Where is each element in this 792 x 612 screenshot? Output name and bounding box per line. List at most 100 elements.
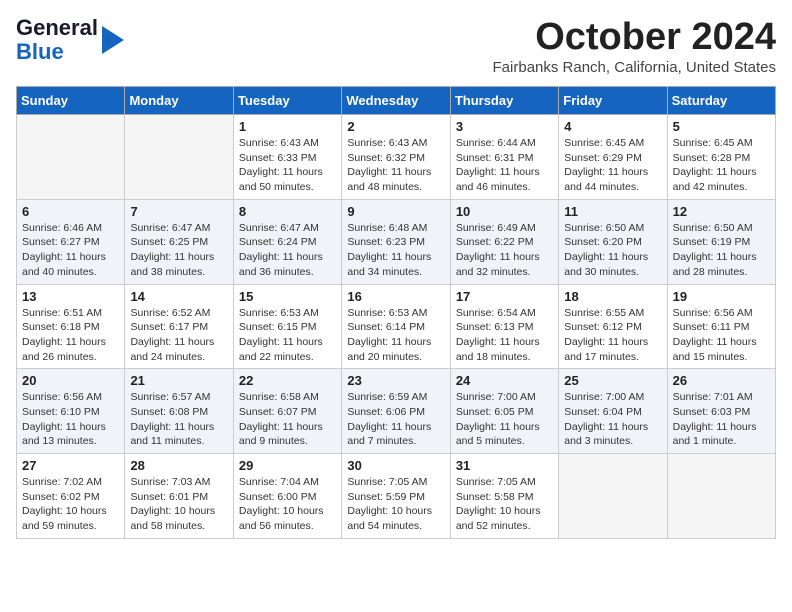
- day-content: Sunrise: 7:01 AM Sunset: 6:03 PM Dayligh…: [673, 390, 770, 449]
- day-content: Sunrise: 7:04 AM Sunset: 6:00 PM Dayligh…: [239, 475, 336, 534]
- logo-general: General: [16, 16, 98, 40]
- day-number: 29: [239, 458, 336, 473]
- calendar-cell: 6Sunrise: 6:46 AM Sunset: 6:27 PM Daylig…: [17, 199, 125, 284]
- title-section: October 2024 Fairbanks Ranch, California…: [493, 16, 776, 76]
- day-content: Sunrise: 6:54 AM Sunset: 6:13 PM Dayligh…: [456, 306, 553, 365]
- day-number: 3: [456, 119, 553, 134]
- day-number: 30: [347, 458, 444, 473]
- calendar-cell: 4 Sunrise: 6:45 AM Sunset: 6:29 PM Daylig…: [559, 115, 667, 200]
- calendar-cell: 22Sunrise: 6:58 AM Sunset: 6:07 PM Dayli…: [233, 369, 341, 454]
- day-number: 23: [347, 373, 444, 388]
- day-content: Sunrise: 6:56 AM Sunset: 6:11 PM Dayligh…: [673, 306, 770, 365]
- day-content: Sunrise: 6:47 AM Sunset: 6:25 PM Dayligh…: [130, 221, 227, 280]
- day-number: 19: [673, 289, 770, 304]
- day-number: 13: [22, 289, 119, 304]
- day-content: Sunrise: 7:00 AM Sunset: 6:04 PM Dayligh…: [564, 390, 661, 449]
- day-number: 26: [673, 373, 770, 388]
- day-content: Sunrise: 7:03 AM Sunset: 6:01 PM Dayligh…: [130, 475, 227, 534]
- logo: General Blue: [16, 16, 124, 64]
- calendar-cell: 31 Sunrise: 7:05 AM Sunset: 5:58 PM Dayli…: [450, 454, 558, 539]
- weekday-header-friday: Friday: [559, 87, 667, 115]
- logo-arrow-icon: [102, 26, 124, 54]
- calendar-cell: 28 Sunrise: 7:03 AM Sunset: 6:01 PM Dayli…: [125, 454, 233, 539]
- day-content: Sunrise: 6:45 AM Sunset: 6:28 PM Dayligh…: [673, 136, 770, 195]
- calendar-cell: 12Sunrise: 6:50 AM Sunset: 6:19 PM Dayli…: [667, 199, 775, 284]
- day-number: 31: [456, 458, 553, 473]
- day-number: 1: [239, 119, 336, 134]
- day-content: Sunrise: 7:00 AM Sunset: 6:05 PM Dayligh…: [456, 390, 553, 449]
- day-content: Sunrise: 6:44 AM Sunset: 6:31 PM Dayligh…: [456, 136, 553, 195]
- calendar-week-row: 6Sunrise: 6:46 AM Sunset: 6:27 PM Daylig…: [17, 199, 776, 284]
- day-content: Sunrise: 6:52 AM Sunset: 6:17 PM Dayligh…: [130, 306, 227, 365]
- weekday-header-saturday: Saturday: [667, 87, 775, 115]
- day-number: 4: [564, 119, 661, 134]
- calendar-cell: [559, 454, 667, 539]
- day-content: Sunrise: 6:55 AM Sunset: 6:12 PM Dayligh…: [564, 306, 661, 365]
- day-number: 15: [239, 289, 336, 304]
- day-number: 28: [130, 458, 227, 473]
- calendar-cell: 16 Sunrise: 6:53 AM Sunset: 6:14 PM Dayli…: [342, 284, 450, 369]
- calendar-body: 1 Sunrise: 6:43 AM Sunset: 6:33 PM Daylig…: [17, 115, 776, 539]
- day-number: 17: [456, 289, 553, 304]
- day-number: 21: [130, 373, 227, 388]
- day-content: Sunrise: 6:53 AM Sunset: 6:14 PM Dayligh…: [347, 306, 444, 365]
- weekday-header-monday: Monday: [125, 87, 233, 115]
- day-content: Sunrise: 6:57 AM Sunset: 6:08 PM Dayligh…: [130, 390, 227, 449]
- day-content: Sunrise: 6:53 AM Sunset: 6:15 PM Dayligh…: [239, 306, 336, 365]
- day-content: Sunrise: 6:43 AM Sunset: 6:33 PM Dayligh…: [239, 136, 336, 195]
- logo-blue: Blue: [16, 40, 98, 64]
- calendar-cell: 15 Sunrise: 6:53 AM Sunset: 6:15 PM Dayli…: [233, 284, 341, 369]
- calendar-cell: 18 Sunrise: 6:55 AM Sunset: 6:12 PM Dayli…: [559, 284, 667, 369]
- calendar-cell: [17, 115, 125, 200]
- calendar-cell: 7 Sunrise: 6:47 AM Sunset: 6:25 PM Daylig…: [125, 199, 233, 284]
- day-number: 10: [456, 204, 553, 219]
- calendar-cell: 8 Sunrise: 6:47 AM Sunset: 6:24 PM Daylig…: [233, 199, 341, 284]
- day-content: Sunrise: 7:05 AM Sunset: 5:59 PM Dayligh…: [347, 475, 444, 534]
- calendar-cell: 9 Sunrise: 6:48 AM Sunset: 6:23 PM Daylig…: [342, 199, 450, 284]
- day-number: 9: [347, 204, 444, 219]
- calendar-week-row: 1 Sunrise: 6:43 AM Sunset: 6:33 PM Daylig…: [17, 115, 776, 200]
- calendar-cell: 25Sunrise: 7:00 AM Sunset: 6:04 PM Dayli…: [559, 369, 667, 454]
- day-content: Sunrise: 6:48 AM Sunset: 6:23 PM Dayligh…: [347, 221, 444, 280]
- weekday-header-thursday: Thursday: [450, 87, 558, 115]
- day-number: 22: [239, 373, 336, 388]
- day-number: 8: [239, 204, 336, 219]
- day-number: 20: [22, 373, 119, 388]
- day-content: Sunrise: 6:50 AM Sunset: 6:19 PM Dayligh…: [673, 221, 770, 280]
- calendar-cell: 1 Sunrise: 6:43 AM Sunset: 6:33 PM Daylig…: [233, 115, 341, 200]
- day-content: Sunrise: 7:05 AM Sunset: 5:58 PM Dayligh…: [456, 475, 553, 534]
- calendar: SundayMondayTuesdayWednesdayThursdayFrid…: [16, 86, 776, 539]
- calendar-cell: 13Sunrise: 6:51 AM Sunset: 6:18 PM Dayli…: [17, 284, 125, 369]
- calendar-cell: 2Sunrise: 6:43 AM Sunset: 6:32 PM Daylig…: [342, 115, 450, 200]
- day-number: 6: [22, 204, 119, 219]
- day-number: 27: [22, 458, 119, 473]
- day-content: Sunrise: 7:02 AM Sunset: 6:02 PM Dayligh…: [22, 475, 119, 534]
- calendar-cell: 3 Sunrise: 6:44 AM Sunset: 6:31 PM Daylig…: [450, 115, 558, 200]
- calendar-cell: [667, 454, 775, 539]
- day-content: Sunrise: 6:59 AM Sunset: 6:06 PM Dayligh…: [347, 390, 444, 449]
- calendar-cell: 23 Sunrise: 6:59 AM Sunset: 6:06 PM Dayli…: [342, 369, 450, 454]
- day-number: 7: [130, 204, 227, 219]
- location: Fairbanks Ranch, California, United Stat…: [493, 59, 776, 76]
- day-content: Sunrise: 6:45 AM Sunset: 6:29 PM Dayligh…: [564, 136, 661, 195]
- weekday-header-wednesday: Wednesday: [342, 87, 450, 115]
- calendar-cell: 20Sunrise: 6:56 AM Sunset: 6:10 PM Dayli…: [17, 369, 125, 454]
- day-number: 5: [673, 119, 770, 134]
- calendar-cell: 19 Sunrise: 6:56 AM Sunset: 6:11 PM Dayli…: [667, 284, 775, 369]
- calendar-week-row: 27 Sunrise: 7:02 AM Sunset: 6:02 PM Dayli…: [17, 454, 776, 539]
- weekday-header-tuesday: Tuesday: [233, 87, 341, 115]
- calendar-cell: 11 Sunrise: 6:50 AM Sunset: 6:20 PM Dayli…: [559, 199, 667, 284]
- calendar-cell: 5 Sunrise: 6:45 AM Sunset: 6:28 PM Daylig…: [667, 115, 775, 200]
- calendar-cell: 17 Sunrise: 6:54 AM Sunset: 6:13 PM Dayli…: [450, 284, 558, 369]
- day-number: 11: [564, 204, 661, 219]
- day-number: 16: [347, 289, 444, 304]
- calendar-cell: 29 Sunrise: 7:04 AM Sunset: 6:00 PM Dayli…: [233, 454, 341, 539]
- day-content: Sunrise: 6:47 AM Sunset: 6:24 PM Dayligh…: [239, 221, 336, 280]
- day-content: Sunrise: 6:50 AM Sunset: 6:20 PM Dayligh…: [564, 221, 661, 280]
- calendar-week-row: 20Sunrise: 6:56 AM Sunset: 6:10 PM Dayli…: [17, 369, 776, 454]
- calendar-cell: 27 Sunrise: 7:02 AM Sunset: 6:02 PM Dayli…: [17, 454, 125, 539]
- day-content: Sunrise: 6:49 AM Sunset: 6:22 PM Dayligh…: [456, 221, 553, 280]
- day-number: 18: [564, 289, 661, 304]
- calendar-cell: [125, 115, 233, 200]
- calendar-cell: 26 Sunrise: 7:01 AM Sunset: 6:03 PM Dayli…: [667, 369, 775, 454]
